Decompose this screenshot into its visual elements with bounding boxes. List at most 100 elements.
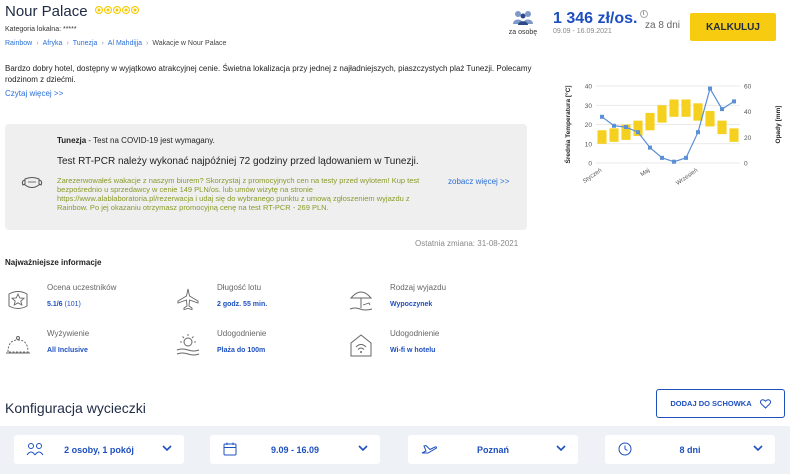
covid-note: Zarezerwowałeś wakacje z naszym biurem? … bbox=[57, 176, 420, 212]
y2-tick-label: 0 bbox=[744, 161, 748, 168]
info-board: Wyżywienie All Inclusive bbox=[5, 329, 165, 369]
covid-more-link[interactable]: zobacz więcej >> bbox=[448, 177, 509, 186]
precipitation-point bbox=[600, 114, 604, 119]
hotel-stars bbox=[95, 6, 139, 14]
info-trip-type: Rodzaj wyjazdu Wypoczynek bbox=[348, 283, 508, 323]
info-label: Udogodnienie bbox=[390, 329, 440, 338]
rating-star-icon bbox=[8, 291, 28, 309]
info-label: Ocena uczestników bbox=[47, 283, 117, 292]
local-category: Kategoria lokalna: ***** bbox=[5, 26, 77, 33]
save-label: DODAJ DO SCHOWKA bbox=[670, 399, 752, 408]
temperature-bar bbox=[609, 128, 619, 142]
dates-value: 9.09 - 16.09 bbox=[270, 444, 320, 455]
precipitation-point bbox=[732, 99, 736, 104]
departure-select[interactable]: Poznań bbox=[408, 435, 578, 464]
wifi-house-icon bbox=[350, 334, 372, 357]
per-person-label: za osobę bbox=[508, 29, 538, 36]
precipitation-point bbox=[672, 159, 676, 164]
info-label: Rodzaj wyjazdu bbox=[390, 283, 447, 292]
chevron-down-icon bbox=[162, 445, 172, 452]
info-value: Plaża do 100m bbox=[217, 347, 266, 354]
airplane-icon bbox=[177, 288, 199, 311]
temperature-bar bbox=[693, 103, 703, 121]
info-label: Udogodnienie bbox=[217, 329, 267, 338]
breadcrumb-city[interactable]: Al Mahdijja bbox=[108, 40, 142, 47]
price: 1 346 zł/os. i bbox=[553, 10, 648, 28]
breadcrumb-tunisia[interactable]: Tunezja bbox=[73, 40, 98, 47]
beach-umbrella-icon bbox=[349, 291, 373, 311]
y2-axis-title: Opady [mm] bbox=[775, 106, 782, 144]
info-value: Wypoczynek bbox=[390, 301, 433, 308]
price-block: 1 346 zł/os. i 09.09 - 16.09.2021 bbox=[553, 10, 648, 35]
hotel-description: Bardzo dobry hotel, dostępny w wyjątkowo… bbox=[5, 64, 532, 84]
chevron-down-icon bbox=[358, 445, 368, 452]
per-person-block: za osobę bbox=[500, 10, 546, 36]
precipitation-point bbox=[612, 123, 616, 128]
x-tick-label: Wrzesień bbox=[675, 168, 699, 186]
info-wifi: Udogodnienie Wi-fi w hotelu bbox=[348, 329, 508, 369]
temperature-bar bbox=[669, 99, 679, 117]
config-bar: 2 osoby, 1 pokój 9.09 - 16.09 Poznań 8 d… bbox=[0, 426, 790, 474]
y2-tick-label: 20 bbox=[744, 135, 752, 142]
precipitation-point bbox=[720, 107, 724, 112]
y-tick-label: 40 bbox=[585, 84, 593, 91]
y2-tick-label: 40 bbox=[744, 109, 752, 116]
precipitation-point bbox=[624, 125, 628, 130]
y-tick-label: 30 bbox=[585, 103, 593, 110]
temperature-bar bbox=[681, 99, 691, 117]
info-label: Długość lotu bbox=[217, 283, 262, 292]
read-more-link[interactable]: Czytaj więcej >> bbox=[5, 89, 63, 98]
hotel-title: Nour Palace bbox=[5, 3, 88, 20]
info-value: 2 godz. 55 min. bbox=[217, 301, 268, 308]
people-icon bbox=[513, 11, 533, 25]
y-tick-label: 0 bbox=[588, 161, 592, 168]
heart-icon bbox=[759, 398, 771, 409]
star-icon bbox=[104, 6, 112, 14]
mask-icon bbox=[21, 177, 43, 188]
breadcrumb-africa[interactable]: Afryka bbox=[43, 40, 63, 47]
beach-sun-icon bbox=[176, 334, 200, 356]
star-icon bbox=[113, 6, 121, 14]
temperature-bar bbox=[657, 105, 667, 123]
covid-headline: Tunezja - Test na COVID-19 jest wymagany… bbox=[57, 136, 215, 145]
precipitation-point bbox=[660, 155, 664, 160]
precipitation-point bbox=[708, 86, 712, 91]
precipitation-point bbox=[648, 145, 652, 150]
breadcrumb: Rainbow › Afryka › Tunezja › Al Mahdijja › W… bbox=[5, 40, 227, 47]
info-value: Wi-fi w hotelu bbox=[390, 347, 436, 354]
chevron-down-icon bbox=[753, 445, 763, 452]
key-info-title: Najważniejsze informacje bbox=[5, 258, 102, 267]
y-tick-label: 20 bbox=[585, 122, 593, 129]
last-change: Ostatnia zmiana: 31-08-2021 bbox=[415, 239, 519, 248]
trip-length: za 8 dni bbox=[645, 20, 681, 31]
x-tick-label: Maj bbox=[640, 168, 651, 178]
covid-requirement: Test RT-PCR należy wykonać najpóźniej 72… bbox=[57, 156, 419, 167]
breadcrumb-rainbow[interactable]: Rainbow bbox=[5, 40, 32, 47]
precipitation-point bbox=[684, 155, 688, 160]
trip-dates: 09.09 - 16.09.2021 bbox=[553, 28, 612, 35]
add-to-clipboard-button[interactable]: DODAJ DO SCHOWKA bbox=[656, 389, 785, 418]
info-value[interactable]: 5.1/6 (101) bbox=[47, 301, 81, 308]
precipitation-point bbox=[636, 130, 640, 135]
food-cloche-icon bbox=[6, 336, 30, 354]
info-flight: Długość lotu 2 godz. 55 min. bbox=[175, 283, 335, 323]
breadcrumb-current: Wakacje w Nour Palace bbox=[152, 40, 227, 47]
duration-select[interactable]: 8 dni bbox=[605, 435, 775, 464]
star-icon bbox=[95, 6, 103, 14]
info-label: Wyżywienie bbox=[47, 329, 90, 338]
participants-value: 2 osoby, 1 pokój bbox=[64, 444, 134, 455]
y2-tick-label: 60 bbox=[744, 84, 752, 91]
info-rating: Ocena uczestników 5.1/6 (101) bbox=[5, 283, 165, 323]
dates-select[interactable]: 9.09 - 16.09 bbox=[210, 435, 380, 464]
participants-select[interactable]: 2 osoby, 1 pokój bbox=[14, 435, 184, 464]
precipitation-point bbox=[696, 130, 700, 135]
temperature-bar bbox=[645, 112, 655, 131]
info-value: All Inclusive bbox=[47, 347, 88, 354]
covid-info-box: Tunezja - Test na COVID-19 jest wymagany… bbox=[5, 124, 527, 230]
calculate-button[interactable]: KALKULUJ bbox=[690, 13, 776, 41]
temperature-bar bbox=[597, 130, 607, 144]
info-icon[interactable]: i bbox=[639, 10, 648, 18]
temperature-bar bbox=[729, 128, 739, 142]
climate-chart: 0 10 20 30 40 0 20 40 60 Styczeń Maj Wrzesień Średni… bbox=[560, 76, 786, 187]
x-tick-label: Styczeń bbox=[582, 168, 603, 185]
